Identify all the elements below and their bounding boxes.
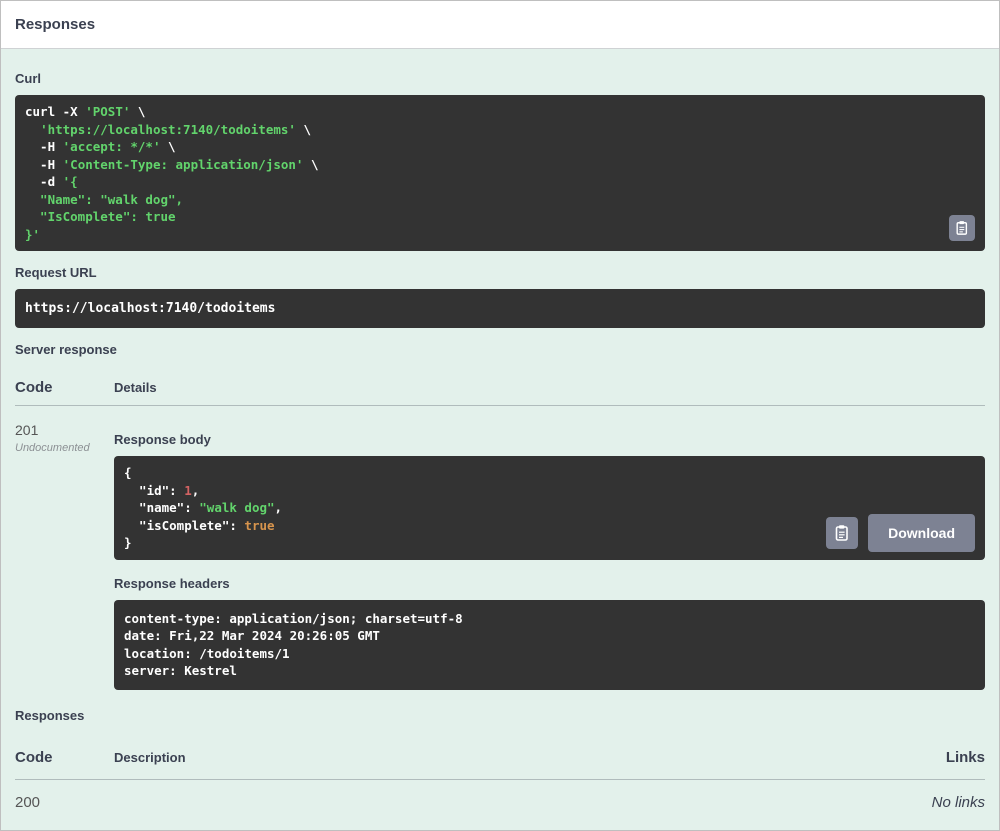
responses-table: Code Description Links 200 No links <box>15 732 985 811</box>
clipboard-icon <box>956 221 968 235</box>
responses-code-column-header: Code <box>15 748 53 766</box>
response-body-label: Response body <box>114 432 211 447</box>
response-headers-label: Response headers <box>114 575 230 591</box>
responses-description-column-header: Description <box>114 749 186 765</box>
responses-section-title: Responses <box>15 16 96 33</box>
response-headers-text: content-type: application/json; charset=… <box>124 610 471 679</box>
code-column-header: Code <box>15 379 53 396</box>
copy-response-body-button[interactable] <box>826 516 859 549</box>
responses-table-label: Responses <box>15 707 85 723</box>
no-links-text: No links <box>931 793 985 811</box>
responses-section-body: Curl curl -X 'POST' \ 'https://localhost… <box>1 71 999 825</box>
server-response-label: Server response <box>15 342 117 357</box>
clipboard-icon <box>835 524 848 541</box>
request-url-block: https://localhost:7140/todoitems <box>15 289 985 328</box>
request-url-value: https://localhost:7140/todoitems <box>25 301 276 316</box>
response-code-cell: 201 Undocumented <box>15 422 114 690</box>
request-url-label: Request URL <box>15 265 97 280</box>
responses-table-header: Code Description Links <box>15 732 985 780</box>
response-status-code: 201 <box>15 422 39 438</box>
curl-command-block: curl -X 'POST' \ 'https://localhost:7140… <box>15 95 985 251</box>
curl-label: Curl <box>15 71 41 86</box>
responses-links-column-header: Links <box>945 748 985 766</box>
response-headers-block: content-type: application/json; charset=… <box>114 599 985 690</box>
response-body-controls: Download <box>826 513 975 552</box>
curl-command-text: curl -X 'POST' \ 'https://localhost:7140… <box>25 104 319 242</box>
details-column-header: Details <box>114 380 157 395</box>
response-details-cell: Response body { "id": 1, "name": "walk d… <box>114 422 985 690</box>
responses-table-row: 200 No links <box>15 780 985 811</box>
undocumented-note: Undocumented <box>15 442 90 454</box>
response-body-block: { "id": 1, "name": "walk dog", "isComple… <box>114 456 985 560</box>
documented-status-description <box>114 794 932 811</box>
documented-status-code: 200 <box>15 793 41 811</box>
server-response-table-header: Code Details <box>15 366 985 406</box>
responses-section-header: Responses <box>1 1 999 49</box>
swagger-responses-panel: Responses Curl curl -X 'POST' \ 'https:/… <box>0 0 1000 831</box>
server-response-row: 201 Undocumented Response body { "id": 1… <box>15 406 985 690</box>
download-button[interactable]: Download <box>868 513 975 552</box>
server-response-table: Code Details 201 Undocumented Response b… <box>15 366 985 690</box>
copy-curl-button[interactable] <box>949 215 975 241</box>
